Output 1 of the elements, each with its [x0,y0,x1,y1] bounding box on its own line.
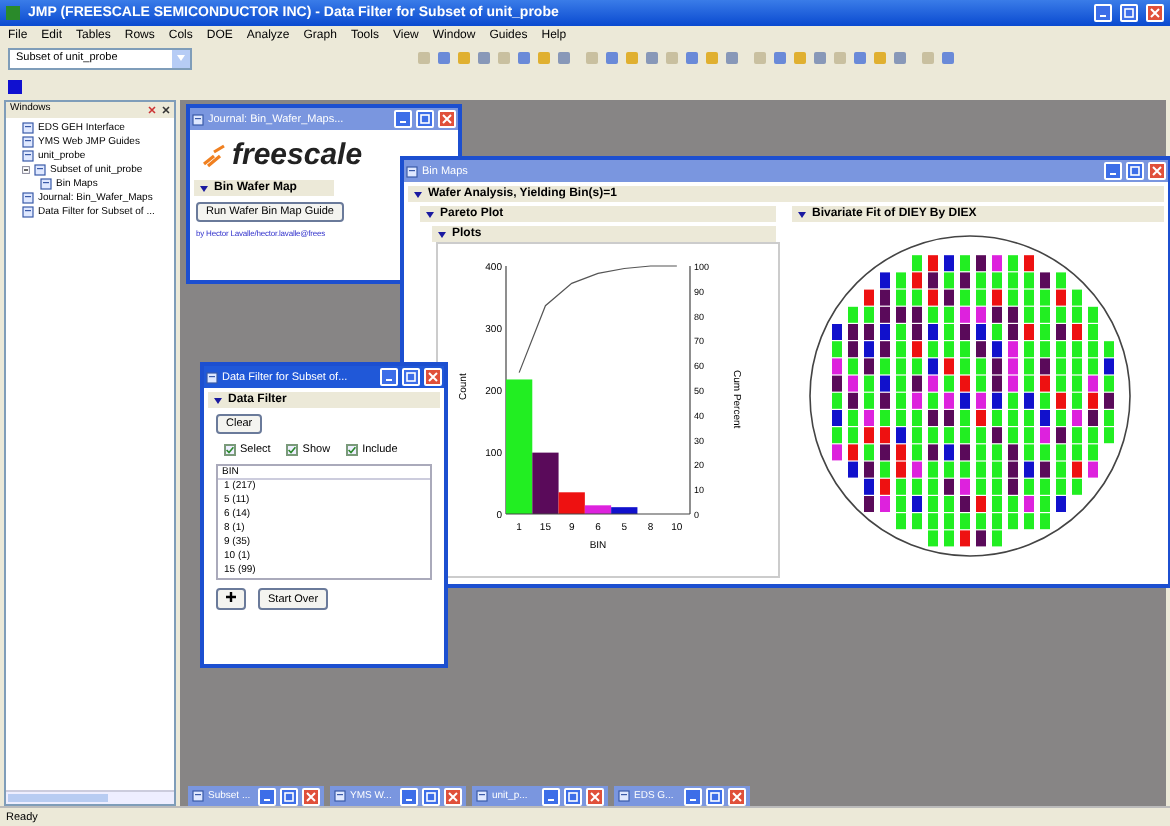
logo-text: freescale [232,138,363,172]
